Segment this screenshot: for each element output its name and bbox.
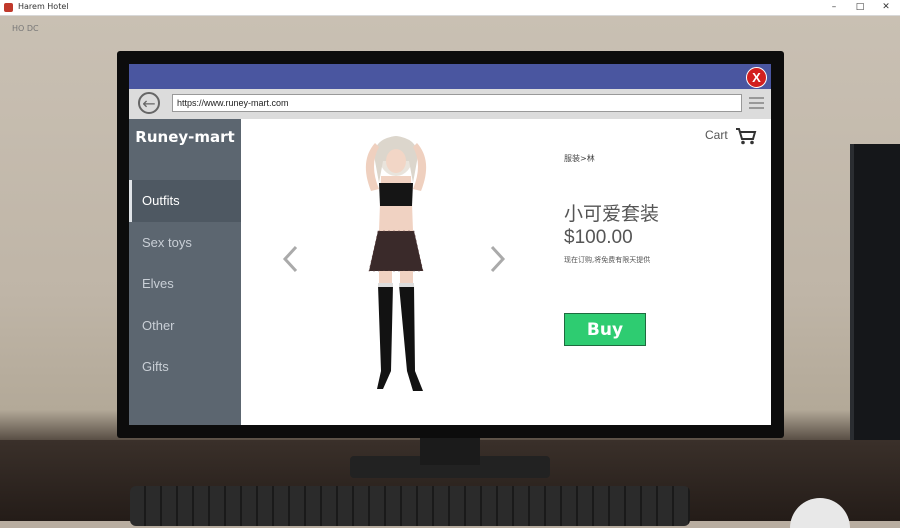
sidebar-item-outfits[interactable]: Outfits (129, 180, 241, 222)
minimize-button[interactable]: – (820, 0, 848, 15)
keyboard (130, 486, 690, 526)
cart-button[interactable]: Cart (705, 127, 757, 145)
window-titlebar: Harem Hotel – □ ✕ (0, 0, 900, 16)
product-panel: Cart 服装>林 小可爱套装 $100.00 现在订购,将免费有限天提供 Bu… (241, 119, 771, 425)
product-description: 现在订购,将免费有限天提供 (564, 256, 651, 264)
window-close-button[interactable]: ✕ (872, 0, 900, 15)
window-title: Harem Hotel (18, 2, 69, 11)
maximize-button[interactable]: □ (846, 0, 874, 15)
url-input[interactable] (172, 94, 742, 112)
sidebar-item-other[interactable]: Other (129, 305, 241, 347)
browser-screen: X ← Runey-mart Outfits Sex toys Elves Ot… (129, 64, 771, 425)
previous-arrow-icon[interactable] (281, 244, 301, 274)
shopping-cart-icon (736, 128, 757, 145)
product-title: 小可爱套装 (564, 203, 660, 225)
back-arrow-icon[interactable]: ← (138, 92, 160, 114)
sidebar-item-elves[interactable]: Elves (129, 263, 241, 305)
next-arrow-icon[interactable] (487, 244, 507, 274)
sidebar-item-gifts[interactable]: Gifts (129, 346, 241, 388)
product-price: $100.00 (564, 227, 633, 248)
app-icon (4, 3, 13, 12)
sidebar: Runey-mart Outfits Sex toys Elves Other … (129, 119, 241, 425)
address-bar: ← (129, 89, 771, 119)
breadcrumb[interactable]: 服装>林 (564, 153, 595, 164)
category-nav: Outfits Sex toys Elves Other Gifts (129, 180, 241, 388)
buy-button[interactable]: Buy (564, 313, 646, 346)
monitor-stand (420, 435, 480, 465)
cart-label: Cart (704, 128, 728, 143)
speaker (850, 144, 900, 474)
browser-header: X (129, 64, 771, 89)
product-model-image (365, 136, 427, 391)
sidebar-item-sex-toys[interactable]: Sex toys (129, 222, 241, 264)
hamburger-menu-icon[interactable] (749, 97, 764, 109)
close-browser-button[interactable]: X (746, 67, 767, 88)
store-logo: Runey-mart (135, 128, 235, 146)
wall-text: HO DC (12, 24, 39, 33)
